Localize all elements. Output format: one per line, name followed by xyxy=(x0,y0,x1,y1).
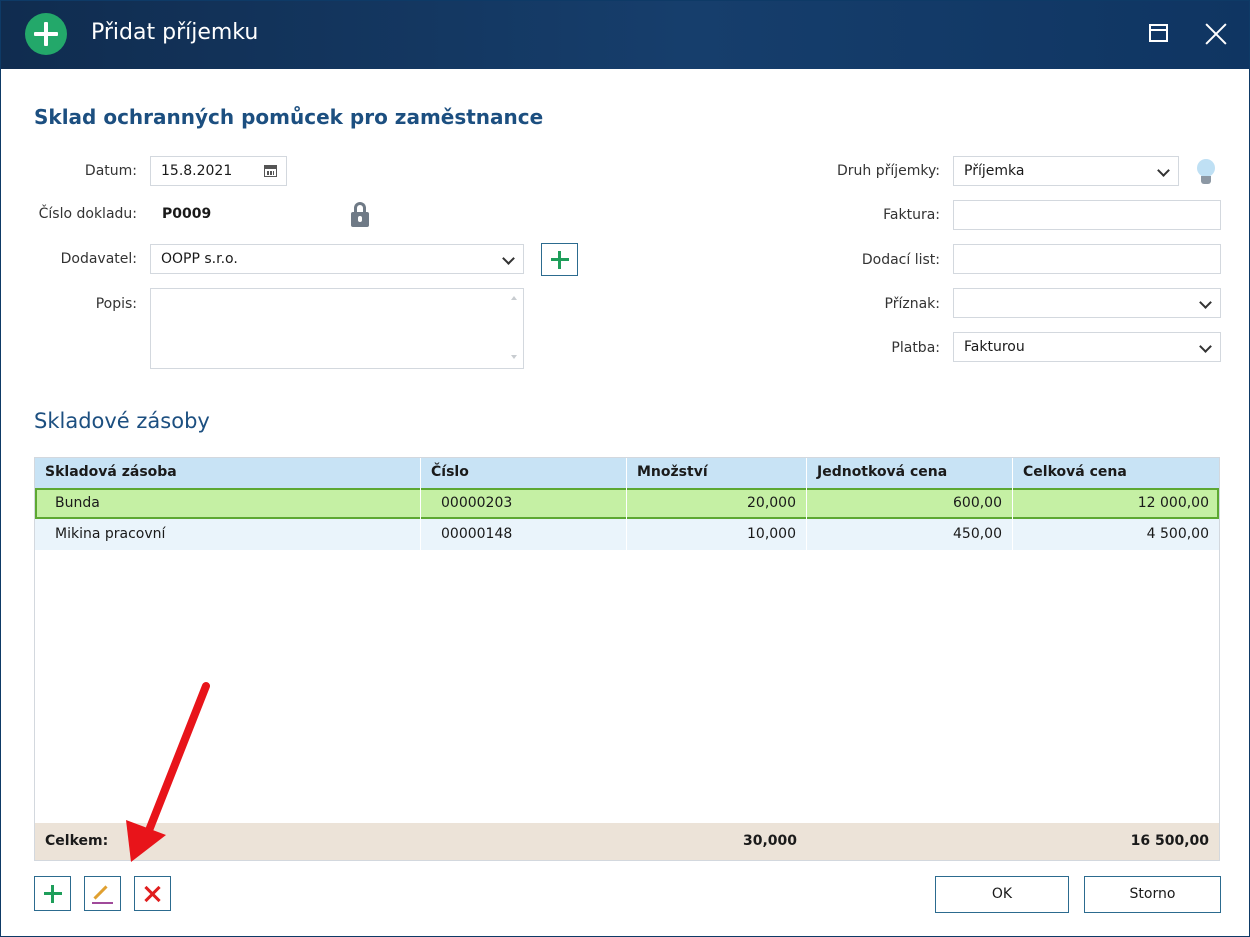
popis-textarea[interactable] xyxy=(150,288,524,369)
window-title: Přidat příjemku xyxy=(91,20,259,45)
druh-prijemky-value: Příjemka xyxy=(964,163,1025,179)
dodaci-list-label: Dodací list: xyxy=(861,252,940,268)
footer-total: 16 500,00 xyxy=(1130,833,1209,849)
priznak-label: Příznak: xyxy=(884,296,940,312)
maximize-icon xyxy=(1149,24,1168,42)
cell-unit-price: 450,00 xyxy=(807,519,1013,550)
stock-grid[interactable]: Skladová zásoba Číslo Množství Jednotkov… xyxy=(34,457,1220,861)
column-header[interactable]: Celková cena xyxy=(1013,458,1219,488)
chevron-down-icon xyxy=(502,252,515,265)
popis-label: Popis: xyxy=(95,296,137,312)
warehouse-title: Sklad ochranných pomůcek pro zaměstnance xyxy=(34,105,544,129)
maximize-button[interactable] xyxy=(1145,19,1175,49)
grid-footer: Celkem: 30,000 16 500,00 xyxy=(35,823,1219,860)
table-row[interactable]: Mikina pracovní 00000148 10,000 450,00 4… xyxy=(35,519,1219,550)
edit-item-button[interactable] xyxy=(84,876,121,911)
datum-value: 15.8.2021 xyxy=(161,163,233,179)
cislo-dokladu-label: Číslo dokladu: xyxy=(38,206,137,222)
calendar-icon[interactable] xyxy=(264,165,277,177)
datum-label: Datum: xyxy=(84,163,137,179)
cell-qty: 10,000 xyxy=(627,519,807,550)
column-header[interactable]: Množství xyxy=(627,458,807,488)
plus-circle-icon xyxy=(25,13,67,55)
datum-field[interactable]: 15.8.2021 xyxy=(150,156,287,186)
platba-label: Platba: xyxy=(891,340,940,356)
lock-icon[interactable] xyxy=(350,202,370,228)
dodavatel-label: Dodavatel: xyxy=(60,251,137,267)
storno-button[interactable]: Storno xyxy=(1084,876,1221,913)
table-row-selected[interactable]: Bunda 00000203 20,000 600,00 12 000,00 xyxy=(35,488,1219,519)
lightbulb-icon[interactable] xyxy=(1196,159,1216,186)
priznak-select[interactable] xyxy=(953,288,1221,318)
column-header[interactable]: Skladová zásoba xyxy=(35,458,421,488)
cell-number: 00000148 xyxy=(421,519,627,550)
column-header[interactable]: Číslo xyxy=(421,458,627,488)
footer-qty: 30,000 xyxy=(742,833,797,849)
cell-name: Bunda xyxy=(35,488,421,519)
dodavatel-select[interactable]: OOPP s.r.o. xyxy=(150,244,524,274)
chevron-down-icon xyxy=(1199,296,1212,309)
cell-unit-price: 600,00 xyxy=(807,488,1013,519)
chevron-down-icon xyxy=(1157,164,1170,177)
add-supplier-button[interactable] xyxy=(541,243,578,276)
dodavatel-value: OOPP s.r.o. xyxy=(161,251,238,267)
scroll-down-icon[interactable] xyxy=(511,355,517,359)
pencil-icon xyxy=(93,885,108,900)
ok-button[interactable]: OK xyxy=(935,876,1069,913)
cell-name: Mikina pracovní xyxy=(35,519,421,550)
faktura-input[interactable] xyxy=(953,200,1221,230)
platba-select[interactable]: Fakturou xyxy=(953,332,1221,362)
druh-prijemky-label: Druh příjemky: xyxy=(837,163,940,179)
add-item-button[interactable] xyxy=(34,876,71,911)
close-button[interactable] xyxy=(1201,19,1231,49)
cell-qty: 20,000 xyxy=(627,488,807,519)
column-header[interactable]: Jednotková cena xyxy=(807,458,1013,488)
dodaci-list-input[interactable] xyxy=(953,244,1221,274)
scroll-up-icon[interactable] xyxy=(511,296,517,300)
druh-prijemky-select[interactable]: Příjemka xyxy=(953,156,1179,186)
cell-total: 4 500,00 xyxy=(1146,526,1209,542)
delete-item-button[interactable] xyxy=(134,876,171,911)
cislo-dokladu-value: P0009 xyxy=(162,206,212,222)
stock-section-title: Skladové zásoby xyxy=(34,409,210,433)
title-bar[interactable]: Přidat příjemku xyxy=(1,1,1249,69)
cell-number: 00000203 xyxy=(421,488,627,519)
chevron-down-icon xyxy=(1199,340,1212,353)
dialog-window: Přidat příjemku Sklad ochranných pomůcek… xyxy=(0,0,1250,937)
footer-label: Celkem: xyxy=(45,833,109,849)
cell-total: 12 000,00 xyxy=(1137,495,1209,511)
platba-value: Fakturou xyxy=(964,339,1025,355)
grid-header: Skladová zásoba Číslo Množství Jednotkov… xyxy=(35,458,1219,488)
faktura-label: Faktura: xyxy=(883,207,940,223)
